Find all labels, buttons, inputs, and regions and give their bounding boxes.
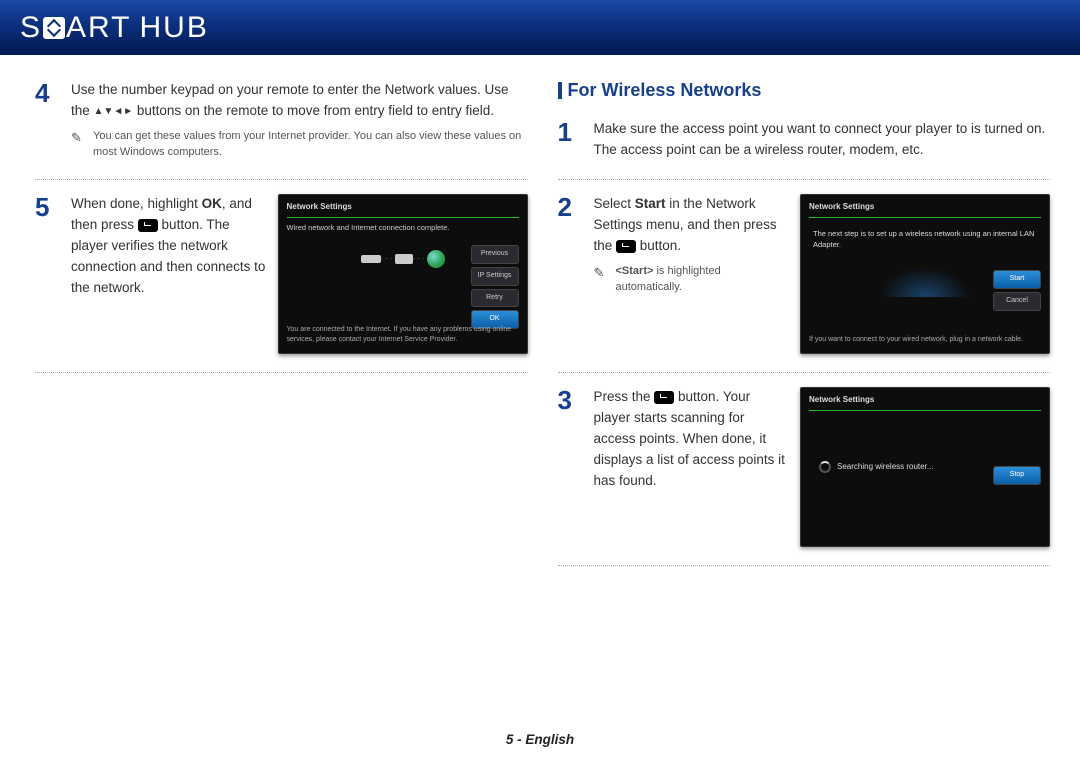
- globe-icon: [427, 250, 445, 268]
- searching-text: Searching wireless router...: [837, 461, 934, 473]
- screen2-bottom: If you want to connect to your wired net…: [809, 335, 1041, 345]
- enter-button-icon: [654, 391, 674, 404]
- step-5: 5 When done, highlight OK, and then pres…: [35, 194, 528, 373]
- step-number: 4: [35, 80, 53, 161]
- step-5-text: When done, highlight OK, and then press …: [71, 194, 266, 299]
- step2-screenshot: Network Settings The next step is to set…: [800, 194, 1050, 354]
- start-label-bold: Start: [635, 196, 666, 211]
- step-4: 4 Use the number keypad on your remote t…: [35, 80, 528, 180]
- logo-text-s: S: [20, 11, 42, 45]
- enter-button-icon: [616, 240, 636, 253]
- screen-title: Network Settings: [287, 201, 519, 218]
- screen-button-column: Previous IP Settings Retry OK: [471, 245, 519, 329]
- screen-title: Network Settings: [809, 394, 1041, 411]
- step-number: 2: [558, 194, 576, 354]
- step2-text: Select Start in the Network Settings men…: [594, 194, 789, 296]
- step4-note: ✎ You can get these values from your Int…: [71, 128, 528, 161]
- logo-text-art: ART: [66, 11, 131, 45]
- note-start-bold: <Start>: [616, 265, 654, 277]
- step1-text: Make sure the access point you want to c…: [594, 119, 1051, 161]
- brand-header: S ART HUB: [0, 0, 1080, 55]
- section-title-text: For Wireless Networks: [568, 80, 762, 101]
- step3-screenshot: Network Settings Searching wireless rout…: [800, 387, 1050, 547]
- logo-smart-icon: [43, 17, 65, 39]
- note-icon: ✎: [71, 128, 85, 161]
- screen-msg: Wired network and Internet connection co…: [287, 222, 519, 234]
- device-icon: [361, 255, 381, 263]
- screen-start-button: Start: [993, 270, 1041, 289]
- step4-line2b: buttons on the remote to move from entry…: [133, 103, 494, 118]
- note-text: <Start> is highlighted automatically.: [616, 263, 789, 296]
- note-text: You can get these values from your Inter…: [93, 128, 528, 161]
- step4-line1: Use the number keypad on your remote to …: [71, 82, 484, 97]
- note-icon: ✎: [594, 263, 608, 296]
- step-number: 5: [35, 194, 53, 354]
- screen-ip-button: IP Settings: [471, 267, 519, 286]
- s5a: When done, highlight: [71, 196, 202, 211]
- logo-text-hub: HUB: [139, 11, 208, 45]
- step-1-wireless: 1 Make sure the access point you want to…: [558, 119, 1051, 180]
- s2c: button.: [636, 238, 681, 253]
- step5-screenshot: Network Settings Wired network and Inter…: [278, 194, 528, 354]
- enter-button-icon: [138, 219, 158, 232]
- screen-title: Network Settings: [809, 201, 1041, 218]
- s3a: Press the: [594, 389, 655, 404]
- screen2-msg: The next step is to set up a wireless ne…: [809, 222, 1041, 257]
- step-number: 3: [558, 387, 576, 547]
- ok-label-bold: OK: [202, 196, 222, 211]
- screen-bottom-msg: You are connected to the Internet. If yo…: [287, 325, 519, 345]
- screen2-button-column: Start Cancel: [993, 270, 1041, 311]
- screen-cancel-button: Cancel: [993, 292, 1041, 311]
- router-icon: [395, 254, 413, 264]
- step-number: 1: [558, 119, 576, 161]
- step-3-wireless: 3 Press the button. Your player starts s…: [558, 387, 1051, 566]
- spinner-icon: [819, 461, 831, 473]
- page-footer: 5 - English: [0, 732, 1080, 747]
- step3-text: Press the button. Your player starts sca…: [594, 387, 789, 492]
- screen-prev-button: Previous: [471, 245, 519, 264]
- screen-retry-button: Retry: [471, 289, 519, 308]
- left-column: 4 Use the number keypad on your remote t…: [35, 80, 528, 580]
- step2-note: ✎ <Start> is highlighted automatically.: [594, 263, 789, 296]
- screen-stop-button: Stop: [993, 466, 1041, 485]
- s2a: Select: [594, 196, 635, 211]
- step-4-text: Use the number keypad on your remote to …: [71, 80, 528, 161]
- page-content: 4 Use the number keypad on your remote t…: [0, 55, 1080, 580]
- direction-arrows-icon: ▲▼◄►: [94, 104, 134, 120]
- step-2-wireless: 2 Select Start in the Network Settings m…: [558, 194, 1051, 373]
- brand-logo: S ART HUB: [20, 11, 209, 45]
- section-heading-wireless: For Wireless Networks: [558, 80, 1051, 101]
- right-column: For Wireless Networks 1 Make sure the ac…: [558, 80, 1051, 580]
